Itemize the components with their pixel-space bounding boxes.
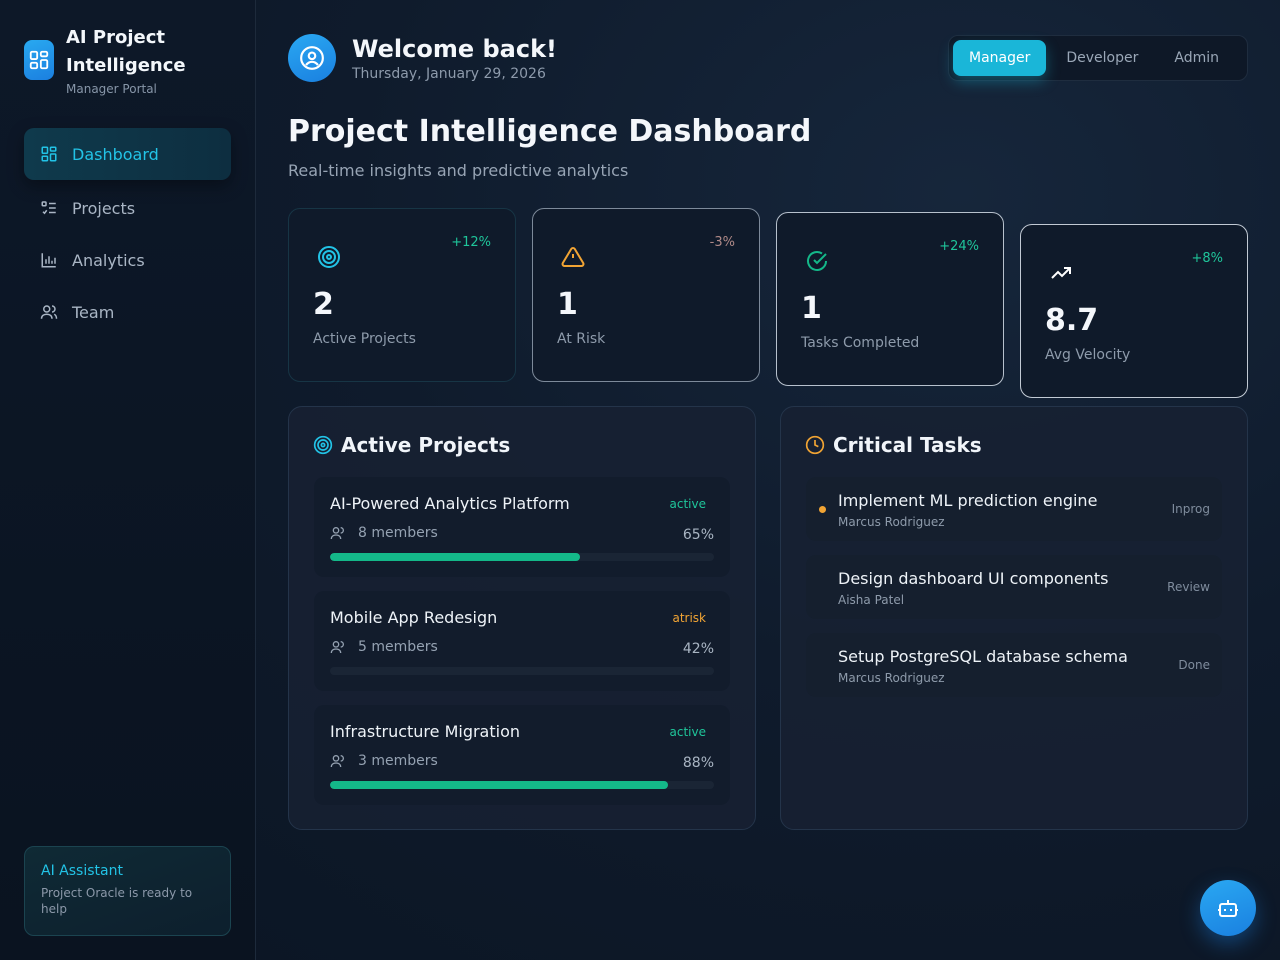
brand: AI Project Intelligence Manager Portal (24, 24, 226, 96)
stat-card-tasks-completed[interactable]: +24% 1 Tasks Completed (776, 212, 1004, 386)
role-developer-button[interactable]: Developer (1050, 40, 1154, 76)
stat-value: 1 (801, 291, 822, 326)
sidebar-item-dashboard[interactable]: Dashboard (24, 128, 231, 180)
sidebar-item-label: Analytics (72, 250, 145, 270)
project-name: AI-Powered Analytics Platform (330, 494, 570, 513)
role-admin-button[interactable]: Admin (1158, 40, 1235, 76)
stat-label: At Risk (557, 331, 606, 347)
active-projects-panel: Active Projects AI-Powered Analytics Pla… (288, 406, 756, 830)
project-members: 3 members (358, 753, 438, 769)
page-title: Project Intelligence Dashboard (288, 114, 812, 149)
dashboard-icon (40, 144, 60, 164)
panel-title: Active Projects (341, 433, 511, 457)
stat-trend: +24% (939, 239, 979, 254)
stat-label: Avg Velocity (1045, 347, 1131, 363)
brand-subtitle: Manager Portal (66, 82, 157, 96)
project-progress-label: 88% (682, 755, 714, 771)
current-date: Thursday, January 29, 2026 (352, 65, 546, 82)
project-card[interactable]: Infrastructure Migration active 3 member… (314, 705, 730, 805)
sidebar-item-label: Projects (72, 198, 136, 218)
sidebar-item-projects[interactable]: Projects (24, 184, 231, 232)
assistant-text: Project Oracle is ready to help (41, 886, 193, 916)
task-status: Review (1167, 580, 1210, 594)
project-progress-label: 42% (682, 641, 714, 657)
task-owner: Marcus Rodriguez (838, 515, 945, 529)
critical-tasks-panel: Critical Tasks Implement ML prediction e… (780, 406, 1248, 830)
priority-dot (819, 506, 826, 513)
task-item[interactable]: Design dashboard UI components Aisha Pat… (806, 555, 1222, 619)
stat-value: 8.7 (1045, 303, 1099, 338)
project-members: 5 members (358, 639, 438, 655)
dashboard-logo-icon (24, 40, 54, 80)
task-title: Implement ML prediction engine (838, 491, 1098, 510)
welcome-title: Welcome back! (352, 34, 557, 63)
header: Welcome back! Thursday, January 29, 2026 (288, 34, 557, 82)
sidebar-item-team[interactable]: Team (24, 288, 231, 336)
task-item[interactable]: Setup PostgreSQL database schema Marcus … (806, 633, 1222, 697)
project-status: atrisk (672, 611, 706, 625)
project-card[interactable]: Mobile App Redesign atrisk 5 members 42% (314, 591, 730, 691)
check-circle-icon (801, 245, 833, 277)
stat-card-avg-velocity[interactable]: +8% 8.7 Avg Velocity (1020, 224, 1248, 398)
task-title: Design dashboard UI components (838, 569, 1109, 588)
page-subtitle: Real-time insights and predictive analyt… (288, 161, 629, 180)
stat-trend: +12% (451, 235, 491, 250)
stat-label: Tasks Completed (801, 335, 920, 351)
project-status: active (669, 497, 706, 511)
stat-value: 1 (557, 287, 578, 322)
project-status: active (669, 725, 706, 739)
list-icon (40, 198, 60, 218)
progress-bar (330, 553, 714, 561)
sidebar-nav: Dashboard Projects Analytics Team (24, 128, 231, 340)
stat-card-at-risk[interactable]: -3% 1 At Risk (532, 208, 760, 382)
role-switcher: Manager Developer Admin (948, 35, 1248, 81)
stat-value: 2 (313, 287, 334, 322)
progress-bar (330, 667, 714, 675)
stat-label: Active Projects (313, 331, 416, 347)
project-progress-label: 65% (682, 527, 714, 543)
sidebar: AI Project Intelligence Manager Portal D… (0, 0, 256, 960)
target-icon (313, 435, 333, 455)
sidebar-item-analytics[interactable]: Analytics (24, 236, 231, 284)
users-icon (330, 525, 346, 541)
ai-assistant-button[interactable] (1200, 880, 1256, 936)
project-name: Infrastructure Migration (330, 722, 521, 741)
stat-trend: +8% (1191, 251, 1223, 266)
project-name: Mobile App Redesign (330, 608, 498, 627)
task-status: Inprog (1171, 502, 1210, 516)
stat-card-active-projects[interactable]: +12% 2 Active Projects (288, 208, 516, 382)
user-avatar-icon[interactable] (288, 34, 336, 82)
target-icon (313, 241, 345, 273)
task-title: Setup PostgreSQL database schema (838, 647, 1128, 666)
users-icon (330, 753, 346, 769)
users-icon (40, 302, 60, 322)
sidebar-item-label: Team (72, 302, 115, 322)
panel-title: Critical Tasks (833, 433, 982, 457)
stat-trend: -3% (709, 235, 735, 250)
task-owner: Aisha Patel (838, 593, 905, 607)
ai-assistant-card[interactable]: AI Assistant Project Oracle is ready to … (24, 846, 231, 936)
project-members: 8 members (358, 525, 438, 541)
bot-icon (1218, 900, 1238, 917)
assistant-title: AI Assistant (41, 863, 123, 879)
bar-chart-icon (40, 250, 60, 270)
users-icon (330, 639, 346, 655)
project-card[interactable]: AI-Powered Analytics Platform active 8 m… (314, 477, 730, 577)
progress-bar (330, 781, 714, 789)
task-item[interactable]: Implement ML prediction engine Marcus Ro… (806, 477, 1222, 541)
role-manager-button[interactable]: Manager (953, 40, 1047, 76)
clock-icon (805, 435, 825, 455)
sidebar-item-label: Dashboard (72, 144, 159, 164)
task-owner: Marcus Rodriguez (838, 671, 945, 685)
task-status: Done (1178, 658, 1210, 672)
warning-icon (557, 241, 589, 273)
app-root: AI Project Intelligence Manager Portal D… (0, 0, 1280, 960)
progress-bar-fill (330, 553, 580, 561)
trending-up-icon (1045, 257, 1077, 289)
brand-title: AI Project Intelligence (66, 27, 186, 76)
progress-bar-fill (330, 781, 668, 789)
